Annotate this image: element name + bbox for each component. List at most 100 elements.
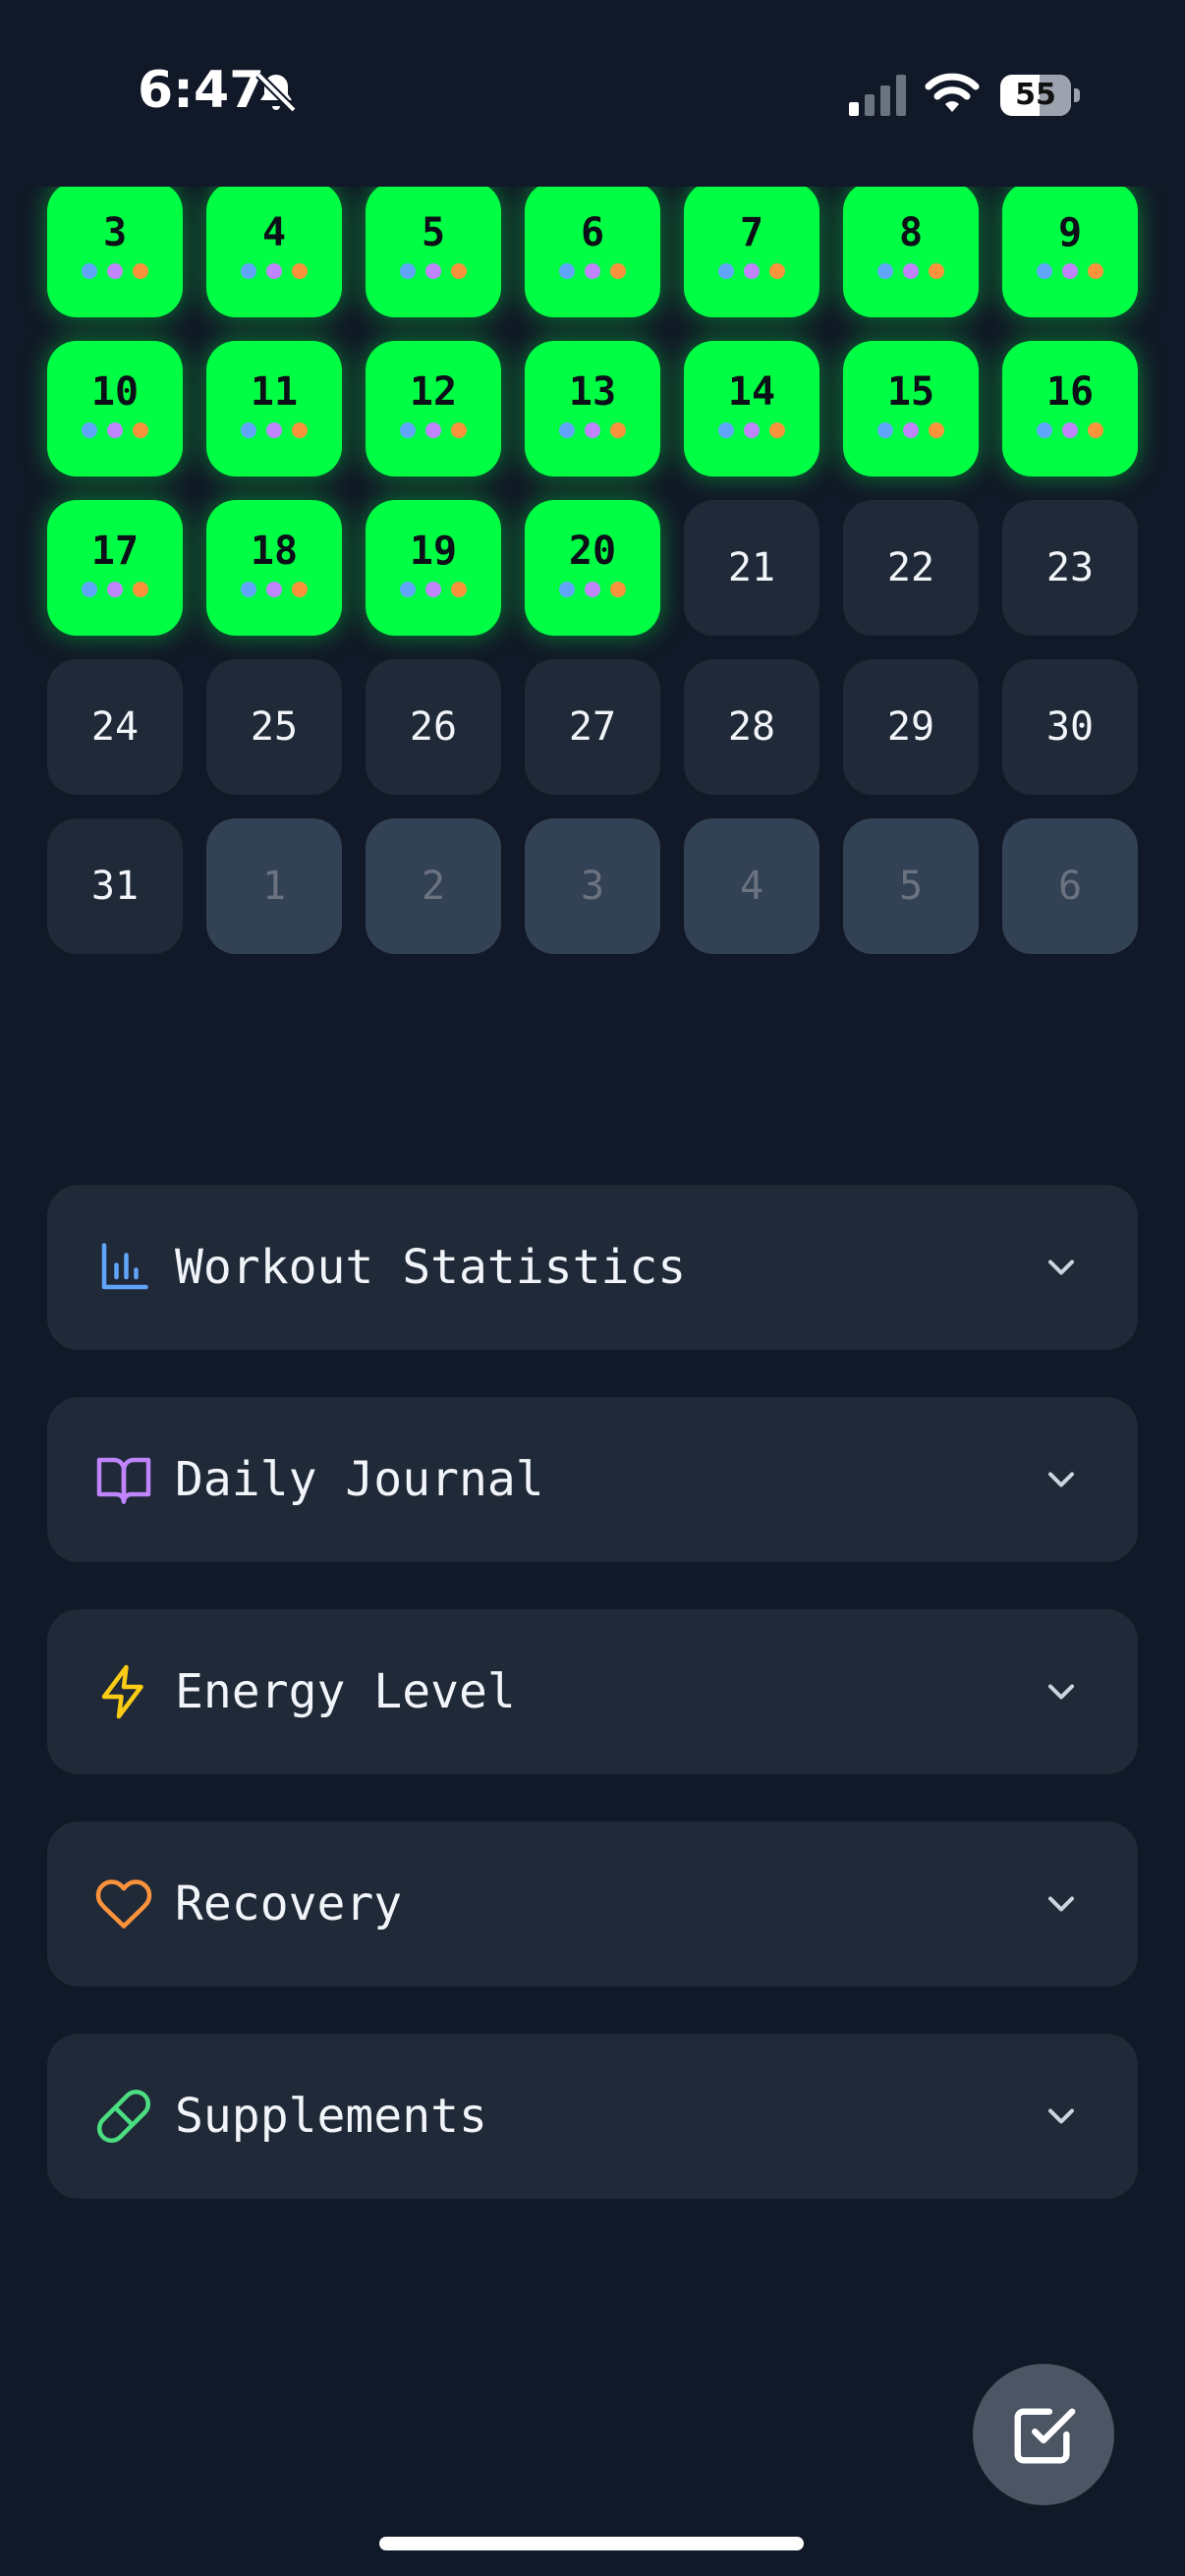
calendar-day-number: 9 — [1057, 210, 1083, 255]
calendar-day[interactable]: 8 — [843, 182, 979, 317]
activity-dots — [400, 263, 467, 279]
calendar-day[interactable]: 20 — [525, 500, 660, 636]
battery-indicator: 55 — [1000, 75, 1081, 116]
home-indicator — [379, 2537, 804, 2550]
calendar-day[interactable]: 27 — [525, 659, 660, 795]
calendar-day[interactable]: 25 — [206, 659, 342, 795]
check-square-icon — [1014, 2408, 1076, 2464]
activity-dot-orange — [292, 263, 308, 279]
activity-dot-purple — [266, 582, 282, 597]
calendar-day[interactable]: 3 — [47, 182, 183, 317]
calendar-day[interactable]: 23 — [1002, 500, 1138, 636]
activity-dots — [718, 263, 785, 279]
chevron-down-icon — [1047, 1684, 1075, 1700]
calendar-day[interactable]: 12 — [366, 341, 501, 476]
section-label: Daily Journal — [175, 1452, 544, 1507]
calendar-day[interactable]: 19 — [366, 500, 501, 636]
calendar-week-row: 10 11 12 13 14 15 16 — [47, 341, 1138, 476]
calendar-day[interactable]: 1 — [206, 818, 342, 954]
activity-dot-blue — [559, 263, 575, 279]
section-daily-journal[interactable]: Daily Journal — [47, 1397, 1138, 1562]
activity-dot-orange — [1088, 422, 1103, 438]
calendar-day-number: 15 — [886, 369, 935, 415]
calendar-week-row: 31 1 2 3 4 5 6 — [47, 818, 1138, 954]
calendar-day[interactable]: 10 — [47, 341, 183, 476]
section-workout-statistics[interactable]: Workout Statistics — [47, 1185, 1138, 1350]
section-recovery[interactable]: Recovery — [47, 1821, 1138, 1987]
activity-dot-orange — [929, 263, 944, 279]
calendar-day-number: 2 — [421, 864, 446, 909]
calendar-day-number: 26 — [409, 704, 458, 750]
journal-entry-button[interactable] — [973, 2364, 1114, 2505]
calendar-day[interactable]: 5 — [366, 182, 501, 317]
calendar-day[interactable]: 2 — [366, 818, 501, 954]
book-icon — [96, 1457, 151, 1504]
calendar-day[interactable]: 24 — [47, 659, 183, 795]
activity-dot-orange — [133, 582, 148, 597]
calendar-day[interactable]: 28 — [684, 659, 819, 795]
activity-dots — [400, 582, 467, 597]
activity-dot-purple — [744, 422, 760, 438]
calendar-day-number: 4 — [261, 210, 287, 255]
activity-dot-purple — [1062, 422, 1078, 438]
calendar-day[interactable]: 11 — [206, 341, 342, 476]
calendar-day-number: 3 — [580, 864, 605, 909]
calendar-day[interactable]: 4 — [206, 182, 342, 317]
calendar-week-row: 24 25 26 27 28 29 30 — [47, 659, 1138, 795]
calendar-day[interactable]: 5 — [843, 818, 979, 954]
activity-dot-purple — [1062, 263, 1078, 279]
section-label: Recovery — [175, 1876, 403, 1932]
calendar-day[interactable]: 9 — [1002, 182, 1138, 317]
calendar-day[interactable]: 16 — [1002, 341, 1138, 476]
activity-dots — [241, 582, 308, 597]
calendar-day-number: 20 — [568, 529, 617, 574]
calendar-day[interactable]: 15 — [843, 341, 979, 476]
activity-dot-purple — [585, 422, 600, 438]
calendar-day[interactable]: 7 — [684, 182, 819, 317]
activity-dot-orange — [769, 263, 785, 279]
wifi-icon — [925, 73, 980, 112]
activity-dot-blue — [241, 422, 256, 438]
activity-dot-orange — [451, 263, 467, 279]
activity-dots — [241, 263, 308, 279]
calendar-day[interactable]: 21 — [684, 500, 819, 636]
activity-dot-purple — [425, 263, 441, 279]
activity-dot-purple — [903, 422, 919, 438]
activity-dot-blue — [400, 422, 416, 438]
activity-dot-orange — [1088, 263, 1103, 279]
calendar-day[interactable]: 18 — [206, 500, 342, 636]
calendar-day[interactable]: 3 — [525, 818, 660, 954]
activity-dot-blue — [877, 263, 893, 279]
calendar-day[interactable]: 31 — [47, 818, 183, 954]
section-energy-level[interactable]: Energy Level — [47, 1609, 1138, 1774]
calendar-day[interactable]: 30 — [1002, 659, 1138, 795]
activity-dots — [877, 422, 944, 438]
calendar-day[interactable]: 22 — [843, 500, 979, 636]
calendar-day[interactable]: 26 — [366, 659, 501, 795]
calendar-day-number: 5 — [421, 210, 446, 255]
calendar-day[interactable]: 4 — [684, 818, 819, 954]
calendar-day-number: 23 — [1045, 545, 1095, 590]
calendar-day-number: 18 — [250, 529, 299, 574]
calendar-day-number: 22 — [886, 545, 935, 590]
calendar-day[interactable]: 13 — [525, 341, 660, 476]
calendar-day-number: 7 — [739, 210, 764, 255]
calendar-day-number: 5 — [898, 864, 924, 909]
calendar-day-number: 16 — [1045, 369, 1095, 415]
activity-dots — [82, 263, 148, 279]
calendar-week-row: 3 4 5 6 7 8 9 — [47, 182, 1138, 317]
calendar-day[interactable]: 17 — [47, 500, 183, 636]
section-supplements[interactable]: Supplements — [47, 2034, 1138, 2199]
calendar-day[interactable]: 14 — [684, 341, 819, 476]
activity-dot-orange — [451, 422, 467, 438]
activity-dots — [559, 422, 626, 438]
calendar-day-number: 10 — [90, 369, 140, 415]
calendar-day[interactable]: 6 — [525, 182, 660, 317]
calendar-day[interactable]: 29 — [843, 659, 979, 795]
activity-dots — [559, 263, 626, 279]
calendar-day-number: 6 — [580, 210, 605, 255]
calendar-day-number: 19 — [409, 529, 458, 574]
calendar-day[interactable]: 6 — [1002, 818, 1138, 954]
activity-dot-blue — [877, 422, 893, 438]
activity-dot-purple — [585, 263, 600, 279]
